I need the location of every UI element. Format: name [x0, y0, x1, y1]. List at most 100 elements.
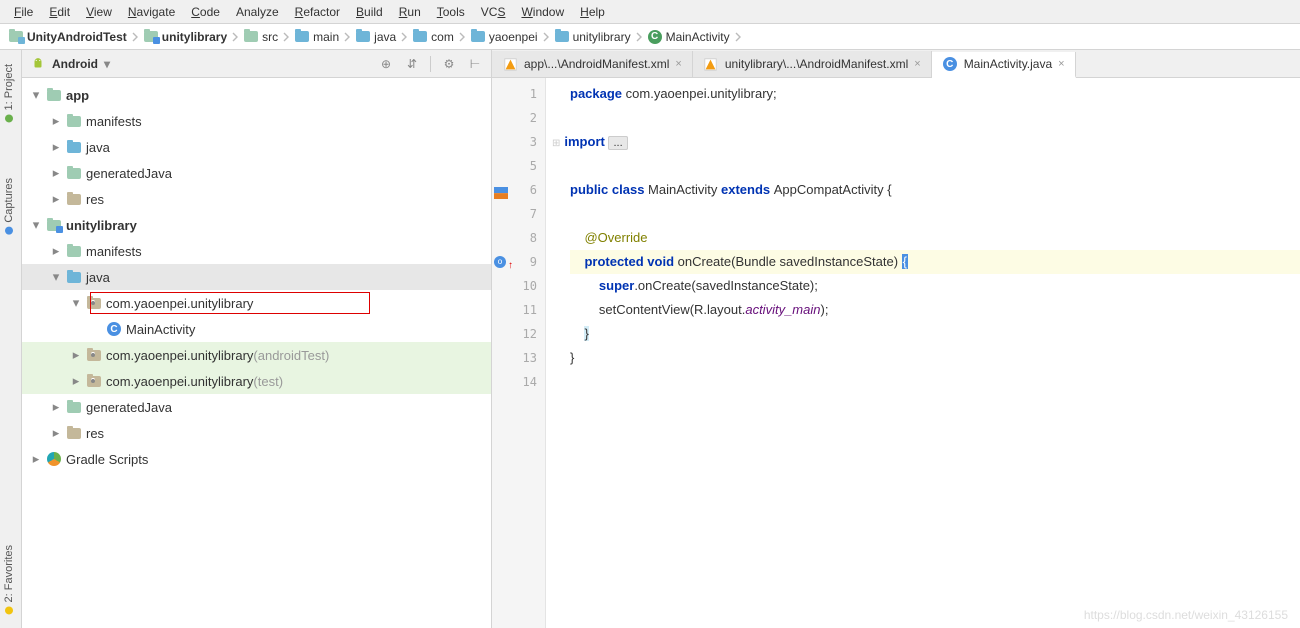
close-icon[interactable]: × [914, 58, 920, 70]
tree-node[interactable]: ▸generatedJava [22, 160, 491, 186]
menu-edit[interactable]: Edit [41, 3, 78, 21]
folder-blue-icon [412, 29, 428, 45]
tree-node[interactable]: ▸com.yaoenpei.unitylibrary (androidTest) [22, 342, 491, 368]
tree-label: MainActivity [126, 322, 195, 337]
breadcrumb-label: com [431, 30, 454, 44]
chevron-right-icon [400, 32, 408, 42]
menu-analyze[interactable]: Analyze [228, 3, 287, 21]
tree-arrow-icon[interactable]: ▸ [50, 141, 62, 153]
breadcrumb: UnityAndroidTest unitylibrary srcmain java c… [0, 24, 1300, 50]
tree-node[interactable]: ▸ Gradle Scripts [22, 446, 491, 472]
menu-code[interactable]: Code [183, 3, 228, 21]
breadcrumb-item[interactable]: unitylibrary [552, 29, 633, 45]
tree-arrow-icon[interactable]: ▸ [50, 115, 62, 127]
module-icon [46, 217, 62, 233]
breadcrumb-item[interactable]: yaoenpei [468, 29, 540, 45]
favorites-tool-tab[interactable]: 2: Favorites [0, 537, 18, 622]
close-icon[interactable]: × [1058, 58, 1064, 70]
breadcrumb-item[interactable]: unitylibrary [141, 29, 229, 45]
menu-navigate[interactable]: Navigate [120, 3, 183, 21]
tree-node[interactable]: ▸res [22, 420, 491, 446]
tree-arrow-icon[interactable]: ▸ [50, 245, 62, 257]
breadcrumb-item[interactable]: UnityAndroidTest [6, 29, 129, 45]
captures-tool-tab[interactable]: Captures [0, 170, 18, 243]
tree-node[interactable]: ▸generatedJava [22, 394, 491, 420]
menu-help[interactable]: Help [572, 3, 613, 21]
code-editor[interactable]: package com.yaoenpei.unitylibrary;⊞impor… [546, 78, 1300, 628]
tree-arrow-icon[interactable]: ▾ [30, 89, 42, 101]
line-number: 6 [492, 178, 545, 202]
code-line: package com.yaoenpei.unitylibrary; [570, 82, 1300, 106]
breadcrumb-item[interactable]: com [410, 29, 456, 45]
target-icon[interactable]: ⊕ [378, 56, 394, 72]
editor-tab[interactable]: app\...\AndroidManifest.xml× [492, 51, 693, 77]
gear-icon[interactable]: ⚙ [441, 56, 457, 72]
tree-arrow-icon[interactable]: ▸ [30, 453, 42, 465]
tree-node[interactable]: ▸com.yaoenpei.unitylibrary (test) [22, 368, 491, 394]
tree-node[interactable]: CMainActivity [22, 316, 491, 342]
tree-arrow-icon[interactable]: ▸ [50, 193, 62, 205]
tree-arrow-icon[interactable]: ▸ [50, 401, 62, 413]
line-number: 14 [492, 370, 545, 394]
editor-tab[interactable]: unitylibrary\...\AndroidManifest.xml × [693, 51, 932, 77]
project-icon [8, 29, 24, 45]
tab-label: unitylibrary\...\AndroidManifest.xml [725, 57, 908, 71]
override-gutter-icon[interactable]: o [494, 256, 506, 268]
pkg-icon [86, 295, 102, 311]
menu-build[interactable]: Build [348, 3, 391, 21]
line-number: 10 [492, 274, 545, 298]
xml-warn-icon [703, 56, 719, 72]
tree-node[interactable]: ▾ unitylibrary [22, 212, 491, 238]
tree-arrow-icon[interactable]: ▸ [50, 167, 62, 179]
tree-arrow-icon[interactable]: ▸ [70, 375, 82, 387]
tree-arrow-icon[interactable]: ▾ [30, 219, 42, 231]
editor-tabs: app\...\AndroidManifest.xml×unitylibrary… [492, 50, 1300, 78]
menu-tools[interactable]: Tools [429, 3, 473, 21]
chevron-right-icon [343, 32, 351, 42]
breadcrumb-item[interactable]: java [353, 29, 398, 45]
tree-node[interactable]: ▾com.yaoenpei.unitylibrary [22, 290, 491, 316]
tree-arrow-icon[interactable]: ▾ [50, 271, 62, 283]
breadcrumb-item[interactable]: CMainActivity [645, 29, 732, 45]
tree-label: Gradle Scripts [66, 452, 148, 467]
project-tool-tab[interactable]: 1: Project [0, 56, 18, 130]
menu-view[interactable]: View [78, 3, 120, 21]
menu-file[interactable]: File [6, 3, 41, 21]
tree-label: com.yaoenpei.unitylibrary [106, 374, 253, 389]
menu-run[interactable]: Run [391, 3, 429, 21]
line-number: 12 [492, 322, 545, 346]
tree-arrow-icon[interactable]: ▸ [70, 349, 82, 361]
class-gutter-icon[interactable] [494, 183, 508, 195]
tree-arrow-icon[interactable]: ▸ [50, 427, 62, 439]
breadcrumb-item[interactable]: src [241, 29, 280, 45]
menu-vcs[interactable]: VCS [473, 3, 514, 21]
tree-node[interactable]: ▾java [22, 264, 491, 290]
breadcrumb-label: yaoenpei [489, 30, 538, 44]
tree-label: com.yaoenpei.unitylibrary [106, 348, 253, 363]
menu-refactor[interactable]: Refactor [287, 3, 348, 21]
tree-node[interactable]: ▸java [22, 134, 491, 160]
tree-node[interactable]: ▸manifests [22, 238, 491, 264]
chevron-right-icon [131, 32, 139, 42]
tree-node[interactable]: ▾app [22, 82, 491, 108]
tree-label: unitylibrary [66, 218, 137, 233]
tree-node[interactable]: ▸manifests [22, 108, 491, 134]
editor-tab[interactable]: CMainActivity.java× [932, 52, 1076, 78]
folder-blue-icon [554, 29, 570, 45]
folder-blue-icon [294, 29, 310, 45]
line-number: 9o↑ [492, 250, 545, 274]
folder-blue-icon [66, 269, 82, 285]
menu-window[interactable]: Window [513, 3, 572, 21]
class-blue-icon: C [942, 56, 958, 72]
hide-panel-icon[interactable]: ⊢ [467, 56, 483, 72]
collapse-icon[interactable]: ⇵ [404, 56, 420, 72]
tree-arrow-icon[interactable] [90, 323, 102, 335]
breadcrumb-item[interactable]: main [292, 29, 341, 45]
dropdown-icon[interactable]: ▾ [104, 57, 110, 71]
editor-gutter: 12356789o↑1011121314 [492, 78, 546, 628]
tree-node[interactable]: ▸res [22, 186, 491, 212]
code-line [570, 106, 1300, 130]
line-number: 5 [492, 154, 545, 178]
tree-arrow-icon[interactable]: ▾ [70, 297, 82, 309]
close-icon[interactable]: × [675, 58, 681, 70]
